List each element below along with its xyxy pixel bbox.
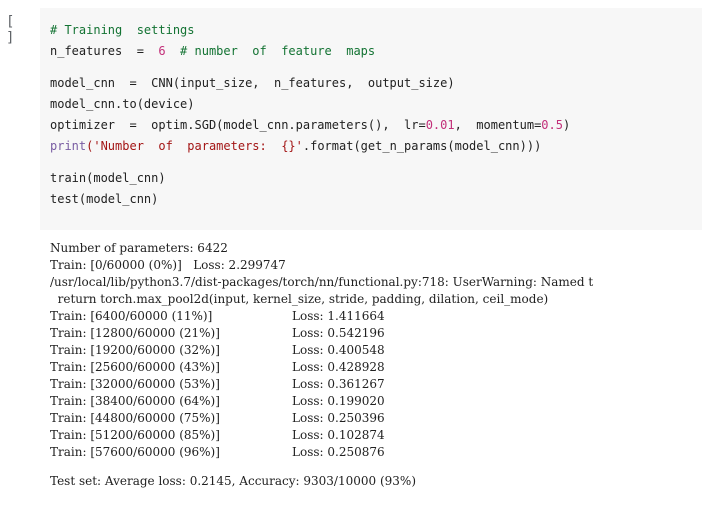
train-progress-line: Train: [19200/60000 (32%)] Loss: 0.400548 bbox=[50, 342, 702, 359]
output-line: Test set: Average loss: 0.2145, Accuracy… bbox=[50, 474, 416, 488]
code-cell: [ ] # Training settings n_features = 6 # … bbox=[0, 8, 702, 230]
train-progress-line: Train: [38400/60000 (64%)] Loss: 0.199020 bbox=[50, 393, 702, 410]
output-line: Number of parameters: 6422 bbox=[50, 241, 228, 255]
train-progress-label: Train: [19200/60000 (32%)] bbox=[50, 343, 220, 357]
code-line: model_cnn.to(device) bbox=[50, 94, 702, 115]
code-token-number: 6 bbox=[158, 44, 166, 58]
code-line: optimizer = optim.SGD(model_cnn.paramete… bbox=[50, 115, 702, 136]
train-progress-label: Train: [32000/60000 (53%)] bbox=[50, 377, 220, 391]
code-token-comment: # number of feature maps bbox=[165, 44, 376, 58]
code-token-number: 0.5 bbox=[541, 118, 563, 132]
code-token-default: , momentum= bbox=[454, 118, 542, 132]
train-progress-label: Train: [38400/60000 (64%)] bbox=[50, 394, 220, 408]
code-line: print('Number of parameters: {}'.format(… bbox=[50, 136, 702, 157]
train-loss-value: Loss: 0.250876 bbox=[292, 445, 385, 459]
code-token-comment: # Training settings bbox=[50, 23, 195, 37]
train-loss-value: Loss: 0.102874 bbox=[292, 428, 385, 442]
code-line: n_features = 6 # number of feature maps bbox=[50, 41, 702, 62]
output-spacer bbox=[50, 461, 702, 473]
train-progress-line: Train: [57600/60000 (96%)] Loss: 0.250876 bbox=[50, 444, 702, 461]
code-token-default: ) bbox=[562, 118, 571, 132]
code-token-default: .format(get_n_params(model_cnn))) bbox=[302, 139, 542, 153]
code-token-default: model_cnn.to(device) bbox=[50, 97, 195, 111]
train-loss-value: Loss: 0.361267 bbox=[292, 377, 385, 391]
train-progress-line: Train: [44800/60000 (75%)] Loss: 0.250396 bbox=[50, 410, 702, 427]
code-token-default: train(model_cnn) bbox=[50, 171, 166, 185]
train-loss-value: Loss: 0.250396 bbox=[292, 411, 385, 425]
output-line: return torch.max_pool2d(input, kernel_si… bbox=[50, 292, 549, 306]
code-editor[interactable]: # Training settings n_features = 6 # numb… bbox=[40, 8, 702, 230]
train-loss-value: Loss: 0.542196 bbox=[292, 326, 385, 340]
code-token-string: ('Number of parameters: {}' bbox=[86, 139, 303, 153]
output-line: Train: [0/60000 (0%)] Loss: 2.299747 bbox=[50, 258, 286, 272]
train-progress-label: Train: [25600/60000 (43%)] bbox=[50, 360, 220, 374]
train-progress-line: Train: [12800/60000 (21%)] Loss: 0.542196 bbox=[50, 325, 702, 342]
train-progress-label: Train: [44800/60000 (75%)] bbox=[50, 411, 220, 425]
code-line: model_cnn = CNN(input_size, n_features, … bbox=[50, 73, 702, 94]
train-progress-label: Train: [12800/60000 (21%)] bbox=[50, 326, 220, 340]
code-token-default: n_features = bbox=[50, 44, 159, 58]
train-progress-label: Train: [57600/60000 (96%)] bbox=[50, 445, 220, 459]
code-token-default: optimizer = optim.SGD(model_cnn.paramete… bbox=[50, 118, 426, 132]
code-token-number: 0.01 bbox=[425, 118, 455, 132]
train-progress-line: Train: [6400/60000 (11%)] Loss: 1.411664 bbox=[50, 308, 702, 325]
code-line: train(model_cnn) bbox=[50, 168, 702, 189]
train-progress-label: Train: [51200/60000 (85%)] bbox=[50, 428, 220, 442]
train-loss-value: Loss: 0.400548 bbox=[292, 343, 385, 357]
code-token-default: model_cnn = CNN(input_size, n_features, … bbox=[50, 76, 455, 90]
train-progress-label: Train: [6400/60000 (11%)] bbox=[50, 309, 213, 323]
train-loss-value: Loss: 0.199020 bbox=[292, 394, 385, 408]
train-progress-line: Train: [32000/60000 (53%)] Loss: 0.361267 bbox=[50, 376, 702, 393]
train-loss-value: Loss: 0.428928 bbox=[292, 360, 385, 374]
train-progress-line: Train: [25600/60000 (43%)] Loss: 0.428928 bbox=[50, 359, 702, 376]
output-line: /usr/local/lib/python3.7/dist-packages/t… bbox=[50, 275, 594, 289]
run-cell-button[interactable]: [ ] bbox=[6, 14, 36, 46]
code-line: test(model_cnn) bbox=[50, 189, 702, 210]
train-loss-value: Loss: 1.411664 bbox=[292, 309, 385, 323]
train-progress-line: Train: [51200/60000 (85%)] Loss: 0.102874 bbox=[50, 427, 702, 444]
code-line: # Training settings bbox=[50, 20, 702, 41]
cell-output: Number of parameters: 6422 Train: [0/6000… bbox=[50, 240, 702, 530]
code-token-builtin: print bbox=[50, 139, 87, 153]
code-token-default: test(model_cnn) bbox=[50, 192, 159, 206]
